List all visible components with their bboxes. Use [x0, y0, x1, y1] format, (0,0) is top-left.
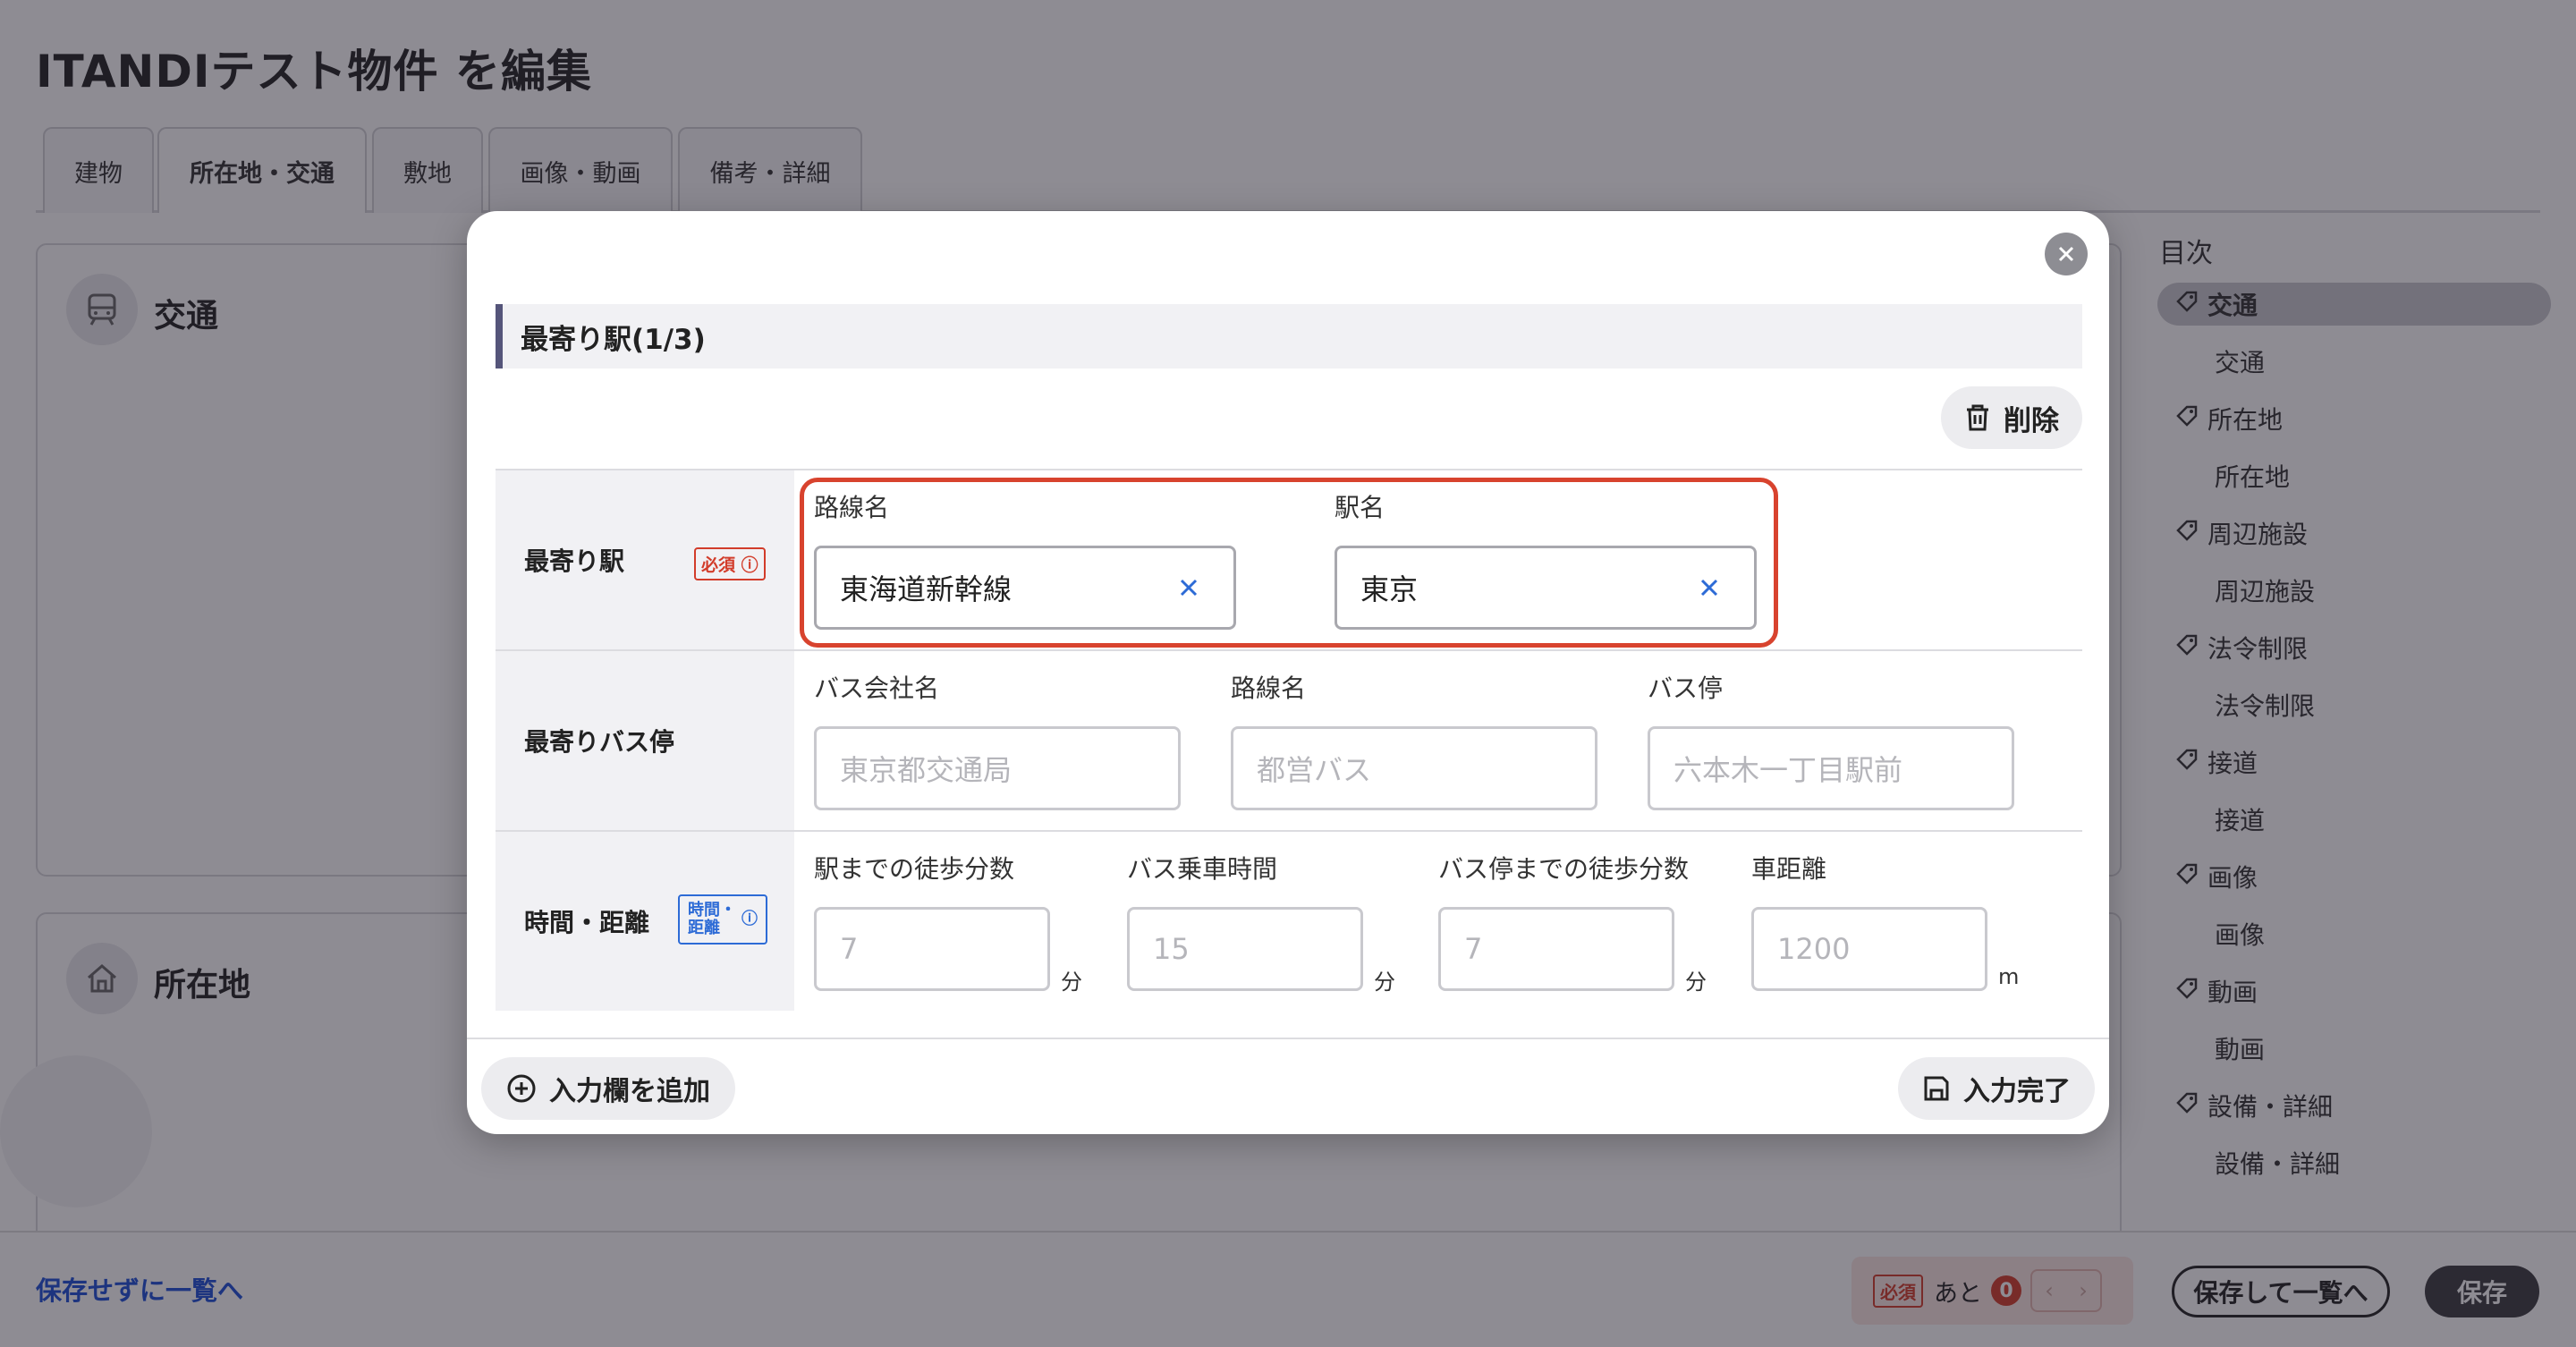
bus-walk-input[interactable]: 7 — [1438, 907, 1674, 991]
car-distance-unit: m — [1998, 964, 2020, 989]
time-row-label: 時間・距離 — [524, 908, 650, 937]
row-label-station: 最寄り駅 必須 ⓘ — [496, 470, 794, 649]
trash-icon — [1967, 404, 1988, 431]
bus-ride-label: バス乗車時間 — [1127, 854, 1278, 884]
modal-footer: 入力欄を追加 入力完了 — [467, 1038, 2109, 1134]
delete-label: 削除 — [2004, 404, 2059, 437]
input-complete-button[interactable]: 入力完了 — [1898, 1057, 2095, 1120]
bus-stop-label: バス停 — [1648, 674, 1724, 703]
nearest-station-modal: 最寄り駅(1/3) 削除 最寄り駅 必須 ⓘ 路線名 東海道新幹線 駅名 東京 — [467, 211, 2109, 1134]
plus-circle-icon — [507, 1074, 536, 1103]
help-icon: ⓘ — [741, 555, 758, 575]
bus-row-label: 最寄りバス停 — [524, 727, 675, 757]
bus-route-input[interactable]: 都営バス — [1231, 726, 1597, 810]
add-field-label: 入力欄を追加 — [549, 1076, 710, 1107]
delete-button[interactable]: 削除 — [1941, 386, 2082, 449]
walk-minutes-label: 駅までの徒歩分数 — [814, 854, 1015, 884]
station-row-label: 最寄り駅 — [524, 546, 625, 576]
close-button[interactable] — [2045, 233, 2088, 275]
save-icon — [1924, 1076, 1949, 1101]
row-label-bus: 最寄りバス停 — [496, 651, 794, 830]
station-highlight-frame — [800, 478, 1778, 648]
bus-walk-label: バス停までの徒歩分数 — [1438, 854, 1690, 884]
walk-minutes-unit: 分 — [1061, 970, 1082, 995]
bus-company-input[interactable]: 東京都交通局 — [814, 726, 1181, 810]
close-icon — [2058, 246, 2074, 262]
car-distance-input[interactable]: 1200 — [1751, 907, 1987, 991]
car-distance-label: 車距離 — [1751, 854, 1827, 884]
bus-row: 最寄りバス停 バス会社名 東京都交通局 路線名 都営バス バス停 六本木一丁目駅… — [496, 651, 2082, 832]
required-tag: 必須 ⓘ — [694, 547, 766, 580]
bus-ride-unit: 分 — [1374, 970, 1395, 995]
add-field-button[interactable]: 入力欄を追加 — [481, 1057, 735, 1120]
modal-header: 最寄り駅(1/3) — [496, 304, 2082, 369]
bus-company-label: バス会社名 — [814, 674, 940, 703]
time-distance-row: 時間・距離 時間・ 距離 ⓘ 駅までの徒歩分数 7 分 バス乗車時間 15 分 バ… — [496, 832, 2082, 1012]
bus-walk-unit: 分 — [1685, 970, 1707, 995]
input-complete-label: 入力完了 — [1963, 1076, 2071, 1107]
bus-stop-input[interactable]: 六本木一丁目駅前 — [1648, 726, 2014, 810]
help-icon: ⓘ — [741, 910, 758, 928]
walk-minutes-input[interactable]: 7 — [814, 907, 1050, 991]
bus-route-label: 路線名 — [1231, 674, 1307, 703]
bus-ride-input[interactable]: 15 — [1127, 907, 1363, 991]
row-label-time: 時間・距離 時間・ 距離 ⓘ — [496, 832, 794, 1011]
time-distance-tag: 時間・ 距離 ⓘ — [678, 894, 767, 945]
